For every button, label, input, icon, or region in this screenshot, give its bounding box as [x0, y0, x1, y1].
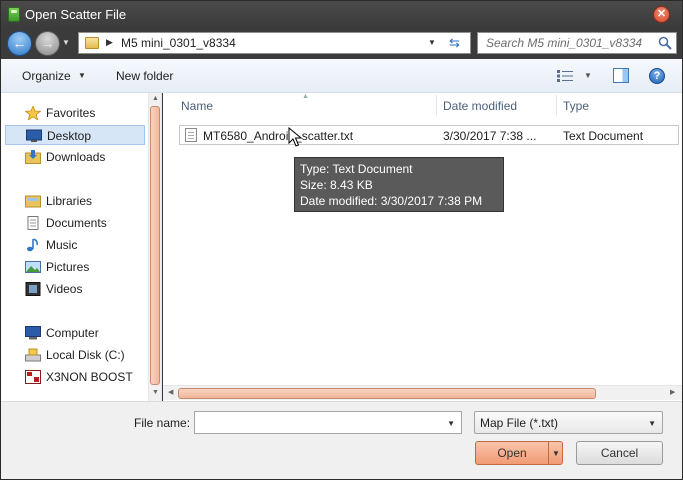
column-header-date-modified[interactable]: Date modified	[443, 93, 517, 117]
sidebar-item-computer[interactable]: Computer	[5, 323, 145, 343]
sidebar-item-label: X3NON BOOST	[46, 370, 133, 384]
window-title: Open Scatter File	[25, 7, 127, 22]
sidebar-item-downloads[interactable]: Downloads	[5, 147, 145, 167]
breadcrumb-chevron-icon[interactable]: ▶	[106, 37, 113, 48]
file-type: Text Document	[563, 129, 644, 143]
tooltip-type: Type: Text Document	[300, 162, 413, 176]
libraries-icon	[25, 195, 41, 208]
search-box[interactable]: Search M5 mini_0301_v8334	[477, 32, 677, 54]
sidebar-item-label: Libraries	[46, 194, 93, 208]
column-divider[interactable]	[556, 95, 557, 115]
file-name-input[interactable]: ▼	[194, 411, 462, 434]
file-type-dropdown-icon[interactable]: ▼	[648, 419, 656, 428]
sidebar-item-label: Favorites	[46, 106, 96, 120]
open-button[interactable]: Open ▼	[475, 441, 563, 465]
sidebar-item-label: Videos	[46, 282, 83, 296]
address-bar[interactable]: ▶ M5 mini_0301_v8334 ▼ ⇆	[78, 32, 471, 54]
text-file-icon	[185, 128, 197, 142]
forward-button[interactable]: →	[35, 31, 60, 56]
app-icon	[8, 7, 20, 22]
sidebar-item-desktop[interactable]: Desktop	[5, 125, 145, 145]
pictures-icon	[25, 261, 41, 273]
column-header-type[interactable]: Type	[563, 93, 589, 117]
tooltip-size: Size: 8.43 KB	[300, 178, 373, 192]
sidebar-item-videos[interactable]: Videos	[5, 279, 145, 299]
file-name-label: File name:	[134, 416, 191, 430]
music-icon	[27, 238, 38, 252]
file-info-tooltip: Type: Text Document Size: 8.43 KB Date m…	[294, 157, 504, 212]
file-date-modified: 3/30/2017 7:38 ...	[443, 129, 537, 143]
downloads-icon	[25, 150, 41, 164]
preview-pane-icon[interactable]	[613, 68, 629, 83]
sidebar-item-label: Local Disk (C:)	[46, 348, 125, 362]
breadcrumb-current-folder[interactable]: M5 mini_0301_v8334	[121, 36, 236, 50]
file-list: ▲ Name Date modified Type MT6580_Android…	[163, 93, 682, 401]
scroll-up-icon[interactable]: ▲	[152, 95, 159, 102]
open-button-label[interactable]: Open	[476, 446, 548, 460]
sidebar-item-documents[interactable]: Documents	[5, 213, 145, 233]
sidebar-item-label: Desktop	[47, 129, 92, 143]
sidebar-item-music[interactable]: Music	[5, 235, 145, 255]
search-input[interactable]: Search M5 mini_0301_v8334	[486, 36, 642, 50]
scroll-right-icon[interactable]: ▶	[670, 388, 675, 396]
open-file-dialog: Open Scatter File ✕ ← → ▼ ▶ M5 mini_0301…	[0, 0, 683, 480]
file-name-dropdown-icon[interactable]: ▼	[447, 419, 455, 428]
open-button-divider	[548, 442, 549, 464]
drive-icon	[25, 348, 41, 362]
file-type-filter-value[interactable]: Map File (*.txt)	[480, 416, 558, 430]
dialog-footer: File name: ▼ Map File (*.txt) ▼ Open ▼ C…	[1, 401, 682, 479]
refresh-icon[interactable]: ⇆	[449, 35, 460, 51]
help-icon[interactable]: ?	[649, 68, 665, 84]
tooltip-date-modified: Date modified: 3/30/2017 7:38 PM	[300, 194, 483, 208]
file-list-horizontal-scrollbar[interactable]: ◀ ▶	[163, 385, 682, 400]
forward-arrow-icon: →	[40, 35, 55, 51]
navigation-pane: Favorites Desktop Downloads Libraries Do…	[1, 93, 162, 401]
search-icon[interactable]	[658, 36, 672, 50]
command-toolbar: Organize ▼ New folder ▼ ?	[1, 59, 682, 93]
sidebar-item-libraries[interactable]: Libraries	[5, 191, 145, 211]
organize-dropdown-icon[interactable]: ▼	[78, 71, 86, 80]
sidebar-item-label: Pictures	[46, 260, 90, 274]
sidebar-item-label: Documents	[46, 216, 107, 230]
sidebar-item-local-disk[interactable]: Local Disk (C:)	[5, 345, 145, 365]
sidebar-item-label: Music	[46, 238, 78, 252]
sidebar-scrollbar[interactable]: ▲ ▼	[148, 93, 161, 401]
close-button[interactable]: ✕	[653, 6, 670, 23]
organize-button[interactable]: Organize	[22, 69, 71, 83]
back-button[interactable]: ←	[7, 31, 32, 56]
sidebar-item-pictures[interactable]: Pictures	[5, 257, 145, 277]
sidebar-item-label: Computer	[46, 326, 99, 340]
mouse-cursor-icon	[288, 127, 302, 147]
view-options-dropdown-icon[interactable]: ▼	[584, 71, 592, 80]
open-options-dropdown-icon[interactable]: ▼	[552, 449, 560, 458]
sidebar-item-favorites[interactable]: Favorites	[5, 103, 145, 123]
videos-icon	[25, 282, 41, 296]
desktop-icon	[26, 129, 42, 142]
documents-icon	[27, 216, 39, 230]
address-dropdown-icon[interactable]: ▼	[428, 38, 436, 47]
star-icon	[25, 106, 41, 120]
sidebar-item-x3non-boost[interactable]: X3NON BOOST	[5, 367, 145, 387]
computer-icon	[25, 326, 41, 340]
sidebar-item-label: Downloads	[46, 150, 106, 164]
back-arrow-icon: ←	[12, 35, 27, 51]
scroll-left-icon[interactable]: ◀	[168, 388, 173, 396]
sidebar-scroll-thumb[interactable]	[150, 106, 160, 385]
change-view-icon[interactable]	[557, 70, 573, 82]
new-folder-button[interactable]: New folder	[116, 69, 173, 83]
app-drive-icon	[25, 370, 41, 384]
horizontal-scroll-thumb[interactable]	[178, 388, 596, 399]
folder-icon	[85, 37, 99, 49]
sort-indicator-icon: ▲	[302, 93, 309, 100]
file-name[interactable]: MT6580_Android_scatter.txt	[203, 129, 353, 143]
recent-locations-dropdown-icon[interactable]: ▼	[62, 38, 70, 47]
navigation-row: ← → ▼ ▶ M5 mini_0301_v8334 ▼ ⇆ Search M5…	[1, 29, 682, 59]
column-header-name[interactable]: Name	[181, 93, 213, 117]
file-row[interactable]: MT6580_Android_scatter.txt 3/30/2017 7:3…	[179, 125, 679, 145]
cancel-button[interactable]: Cancel	[576, 441, 663, 465]
scroll-down-icon[interactable]: ▼	[152, 389, 159, 396]
column-divider[interactable]	[436, 95, 437, 115]
file-type-filter[interactable]: Map File (*.txt) ▼	[474, 411, 663, 434]
title-bar: Open Scatter File ✕	[1, 1, 682, 29]
